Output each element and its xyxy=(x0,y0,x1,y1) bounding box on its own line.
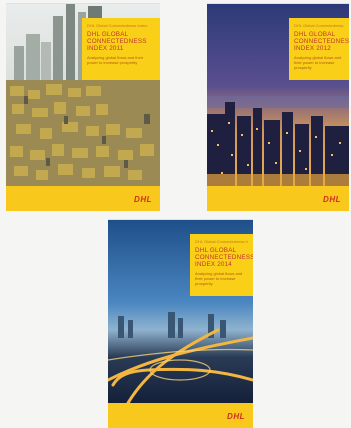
cover-title-panel: DHL Global Connectedness Index DHL GLOBA… xyxy=(82,18,160,80)
report-cover-2012[interactable]: DHL Global Connectedness Index DHL GLOBA… xyxy=(207,3,349,211)
cover-title: DHL GLOBAL CONNECTEDNESS INDEX 2014 xyxy=(195,247,253,268)
cover-kicker: DHL Global Connectedness Index xyxy=(294,23,344,28)
cover-subtitle: Analyzing global flows and their power t… xyxy=(195,271,243,286)
cover-footer: DHL xyxy=(108,403,253,428)
cover-title: DHL GLOBAL CONNECTEDNESS INDEX 2011 xyxy=(87,31,147,52)
report-cover-2011[interactable]: DHL Global Connectedness Index DHL GLOBA… xyxy=(6,3,160,211)
cover-title-panel: DHL Global Connectedness Index DHL GLOBA… xyxy=(190,234,253,296)
cover-subtitle: Analyzing global flows and their power t… xyxy=(87,55,144,65)
cover-title-panel: DHL Global Connectedness Index DHL GLOBA… xyxy=(289,18,349,80)
cover-kicker: DHL Global Connectedness Index xyxy=(87,23,148,28)
cover-title: DHL GLOBAL CONNECTEDNESS INDEX 2012 xyxy=(294,31,349,52)
dhl-logo: DHL xyxy=(227,412,245,421)
dhl-logo: DHL xyxy=(323,195,341,204)
dhl-logo: DHL xyxy=(134,195,152,204)
report-cover-2014[interactable]: DHL Global Connectedness Index DHL GLOBA… xyxy=(108,219,253,428)
cover-footer: DHL xyxy=(207,186,349,211)
cover-subtitle: Analyzing global flows and their power t… xyxy=(294,55,342,70)
cover-kicker: DHL Global Connectedness Index xyxy=(195,239,248,244)
cover-footer: DHL xyxy=(6,186,160,211)
